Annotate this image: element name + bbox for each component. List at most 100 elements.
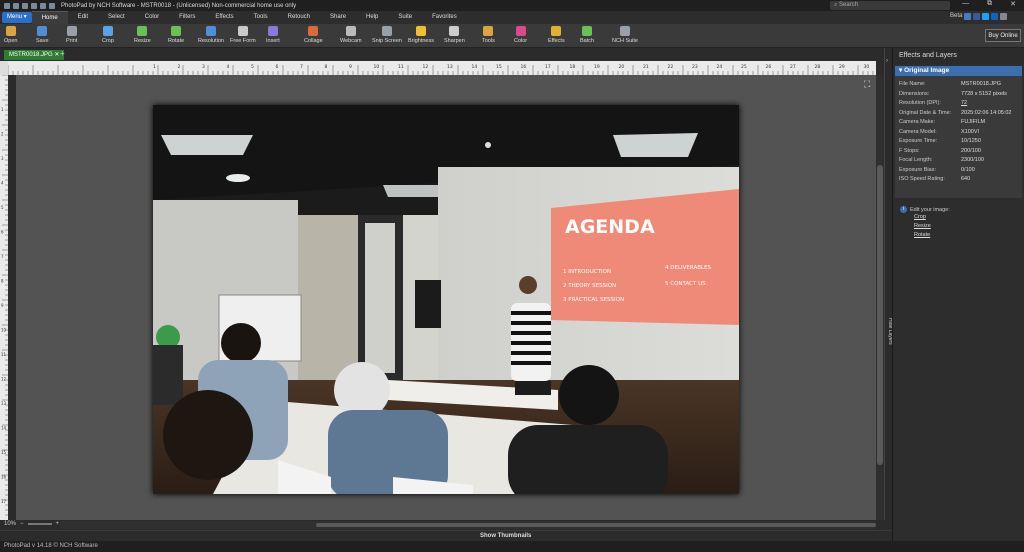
toolbar-label: Sharpen — [444, 38, 465, 44]
rotate-link[interactable]: Rotate — [914, 231, 1024, 240]
toolbar-tools-button[interactable]: Tools — [482, 25, 495, 47]
tools-icon — [483, 26, 494, 36]
add-tab-button[interactable]: + — [60, 49, 65, 58]
toolbar-collage-button[interactable]: Collage — [304, 25, 323, 47]
vertical-scroll-thumb[interactable] — [877, 165, 883, 465]
crop-link[interactable]: Crop — [914, 213, 1024, 222]
window-controls: — ⧉ ✕ — [962, 0, 1020, 8]
toolbar-insert-button[interactable]: Insert — [266, 25, 280, 47]
toolbar-sharpen-button[interactable]: Sharpen — [444, 25, 465, 47]
expand-arrow-icon[interactable]: › — [886, 58, 888, 64]
toolbar-crop-button[interactable]: Crop — [102, 25, 114, 47]
toolbar-resize-button[interactable]: Resize — [134, 25, 151, 47]
nav-back-icon[interactable] — [40, 2, 46, 9]
vertical-scrollbar[interactable] — [876, 75, 884, 520]
toolbar-effects-button[interactable]: Effects — [548, 25, 565, 47]
zoom-level[interactable]: 10% — [4, 521, 16, 527]
webcam-icon — [345, 26, 356, 36]
tab-tools[interactable]: Tools — [244, 11, 278, 24]
show-thumbnails-button[interactable]: Show Thumbnails — [480, 533, 531, 539]
toolbar-save-button[interactable]: Save — [36, 25, 49, 47]
slide-item-5: 5 CONTACT US — [665, 281, 706, 287]
toolbar-label: Webcam — [340, 38, 362, 44]
original-image-header[interactable]: ▾ Original Image — [895, 66, 1022, 76]
toolbar-nch-suite-button[interactable]: NCH Suite — [612, 25, 638, 47]
tab-suite[interactable]: Suite — [388, 11, 422, 24]
zoom-in-icon[interactable]: + — [56, 521, 60, 527]
tab-retouch[interactable]: Retouch — [278, 11, 320, 24]
edit-image-box: i Edit your image: Crop Resize Rotate — [893, 206, 1024, 240]
zoom-controls: 10% − + — [4, 521, 59, 527]
search-input[interactable]: ⌕ Search — [830, 1, 950, 10]
facebook-icon[interactable] — [973, 13, 980, 20]
title-bar: PhotoPad by NCH Software - MSTR0018 - (U… — [0, 0, 1024, 11]
ruler-label: 9 — [1, 303, 4, 308]
nav-forward-icon[interactable] — [49, 2, 55, 9]
ruler-label: 1 — [153, 64, 156, 70]
toolbar-free-form-button[interactable]: Free Form — [230, 25, 256, 47]
ruler-label: 4 — [227, 64, 230, 70]
close-button[interactable]: ✕ — [1010, 0, 1016, 8]
ruler-label: 9 — [349, 64, 352, 70]
ribbon-toolbar: Open Save Print Crop Resize Rotate Resolution F… — [0, 24, 1024, 48]
slide-item-2: 2 THEORY SESSION — [563, 283, 616, 289]
ruler-label: 5 — [251, 64, 254, 70]
tab-edit[interactable]: Edit — [68, 11, 98, 24]
linkedin-icon[interactable] — [991, 13, 998, 20]
tab-home[interactable]: Home — [31, 11, 68, 24]
like-icon[interactable] — [964, 13, 971, 20]
toolbar-rotate-button[interactable]: Rotate — [168, 25, 184, 47]
twitter-icon[interactable] — [982, 13, 989, 20]
photo-illustration: AGENDA 1 INTRODUCTION 2 THEORY SESSION 3… — [153, 105, 739, 494]
toolbar-snip-screen-button[interactable]: Snip Screen — [372, 25, 402, 47]
info-value: 0/100 — [961, 166, 975, 173]
save-quick-icon[interactable] — [13, 2, 19, 9]
photo-image[interactable]: AGENDA 1 INTRODUCTION 2 THEORY SESSION 3… — [153, 105, 739, 494]
info-row: Camera Make: FUJIFILM — [899, 118, 1018, 128]
fit-screen-icon[interactable]: ⛶ — [864, 79, 870, 90]
info-row: Resolution (DPI): 72 — [899, 99, 1018, 109]
resize-link[interactable]: Resize — [914, 222, 1024, 231]
document-tab[interactable]: MSTR0018.JPG ✕ — [4, 50, 65, 60]
ruler-label: 18 — [570, 64, 576, 70]
tab-color[interactable]: Color — [135, 11, 169, 24]
info-key: Dimensions: — [899, 90, 930, 97]
tab-filters[interactable]: Filters — [169, 11, 205, 24]
toolbar-label: Color — [514, 38, 528, 44]
horizontal-scroll-thumb[interactable] — [316, 523, 876, 527]
social-icons — [964, 13, 1007, 20]
toolbar-open-button[interactable]: Open — [4, 25, 17, 47]
info-value[interactable]: 72 — [961, 99, 967, 109]
tab-favorites[interactable]: Favorites — [422, 11, 467, 24]
horizontal-scrollbar[interactable] — [60, 521, 876, 529]
hide-layers-strip[interactable]: › Hide Layers — [884, 48, 893, 520]
redo-icon[interactable] — [31, 2, 37, 9]
brightness-icon — [416, 26, 426, 36]
toolbar-label: Snip Screen — [372, 38, 402, 44]
tab-share[interactable]: Share — [320, 11, 356, 24]
toolbar-print-button[interactable]: Print — [66, 25, 77, 47]
toolbar-brightness-button[interactable]: Brightness — [408, 25, 434, 47]
tab-help[interactable]: Help — [356, 11, 388, 24]
restore-button[interactable]: ⧉ — [987, 0, 992, 8]
ruler-label: 10 — [374, 64, 380, 70]
help-icon[interactable] — [1000, 13, 1007, 20]
minimize-button[interactable]: — — [962, 0, 969, 8]
tab-select[interactable]: Select — [98, 11, 135, 24]
slide-item-3: 3 PRACTICAL SESSION — [563, 297, 624, 303]
toolbar-batch-button[interactable]: Batch — [580, 25, 594, 47]
info-row: F Stops: 200/100 — [899, 147, 1018, 157]
toolbar-label: Effects — [548, 38, 565, 44]
zoom-slider[interactable] — [27, 523, 52, 525]
tab-effects[interactable]: Effects — [205, 11, 243, 24]
toolbar-webcam-button[interactable]: Webcam — [340, 25, 362, 47]
buy-online-button[interactable]: Buy Online — [985, 29, 1021, 42]
info-icon: i — [900, 206, 907, 213]
toolbar-color-button[interactable]: Color — [514, 25, 527, 47]
zoom-out-icon[interactable]: − — [20, 521, 24, 527]
toolbar-label: Batch — [580, 38, 595, 44]
menu-button[interactable]: Menu ▾ — [2, 12, 32, 23]
undo-icon[interactable] — [22, 2, 28, 9]
toolbar-resolution-button[interactable]: Resolution — [198, 25, 224, 47]
print-icon — [66, 26, 77, 36]
